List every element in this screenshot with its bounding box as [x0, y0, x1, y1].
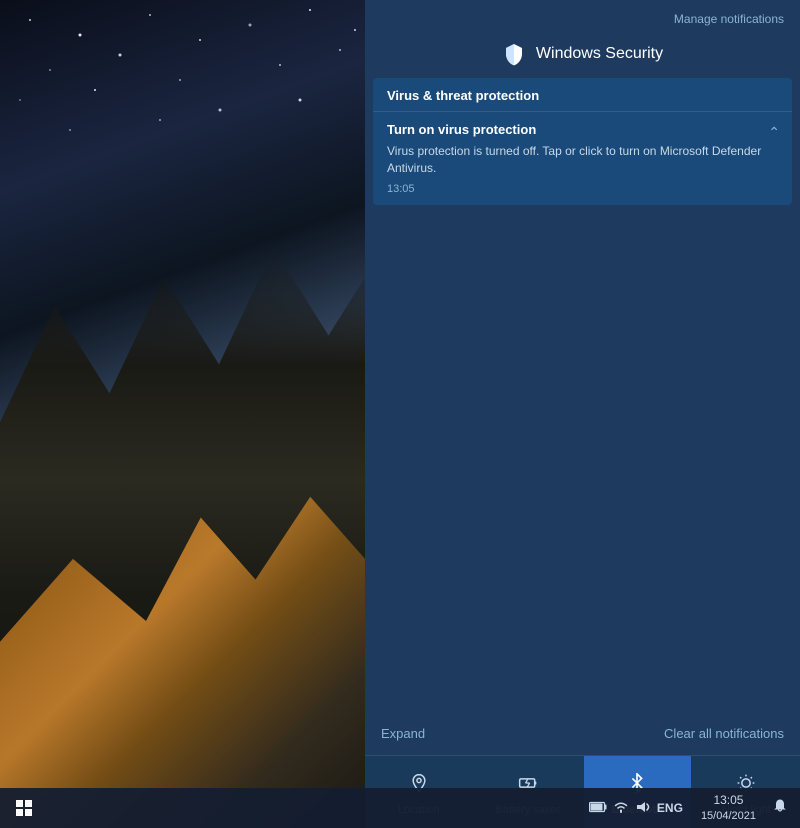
expand-button[interactable]: Expand: [381, 722, 425, 745]
desktop-wallpaper: [0, 0, 365, 828]
notification-title: Turn on virus protection: [387, 122, 778, 137]
notification-card[interactable]: Virus & threat protection Turn on virus …: [373, 78, 792, 205]
notification-center-button[interactable]: [768, 798, 792, 819]
language-indicator[interactable]: ENG: [657, 801, 683, 815]
system-tray: ENG: [583, 800, 689, 817]
panel-spacer: [365, 205, 800, 714]
wifi-icon[interactable]: [613, 800, 629, 817]
notification-category: Virus & threat protection: [373, 78, 792, 112]
notification-panel: Manage notifications Windows Security Vi…: [365, 0, 800, 828]
clear-all-button[interactable]: Clear all notifications: [664, 722, 784, 745]
notification-time: 13:05: [387, 183, 778, 195]
volume-icon[interactable]: [635, 800, 651, 817]
clock-time: 13:05: [713, 793, 743, 809]
chevron-up-icon: ⌃: [768, 124, 780, 141]
battery-tray-icon[interactable]: [589, 800, 607, 816]
app-header: Windows Security: [365, 34, 800, 78]
app-name-label: Windows Security: [536, 45, 663, 63]
manage-notifications-link[interactable]: Manage notifications: [674, 12, 784, 26]
notification-body: Virus protection is turned off. Tap or c…: [387, 143, 778, 177]
notification-item[interactable]: Turn on virus protection Virus protectio…: [373, 112, 792, 205]
system-clock[interactable]: 13:05 15/04/2021: [695, 793, 762, 823]
clock-date: 15/04/2021: [701, 809, 756, 823]
start-button[interactable]: [8, 792, 40, 824]
taskbar-left: [8, 792, 577, 824]
taskbar: ENG 13:05 15/04/2021: [0, 788, 800, 828]
bottom-actions: Expand Clear all notifications: [365, 714, 800, 755]
windows-security-icon: [502, 42, 526, 66]
panel-header: Manage notifications: [365, 0, 800, 34]
